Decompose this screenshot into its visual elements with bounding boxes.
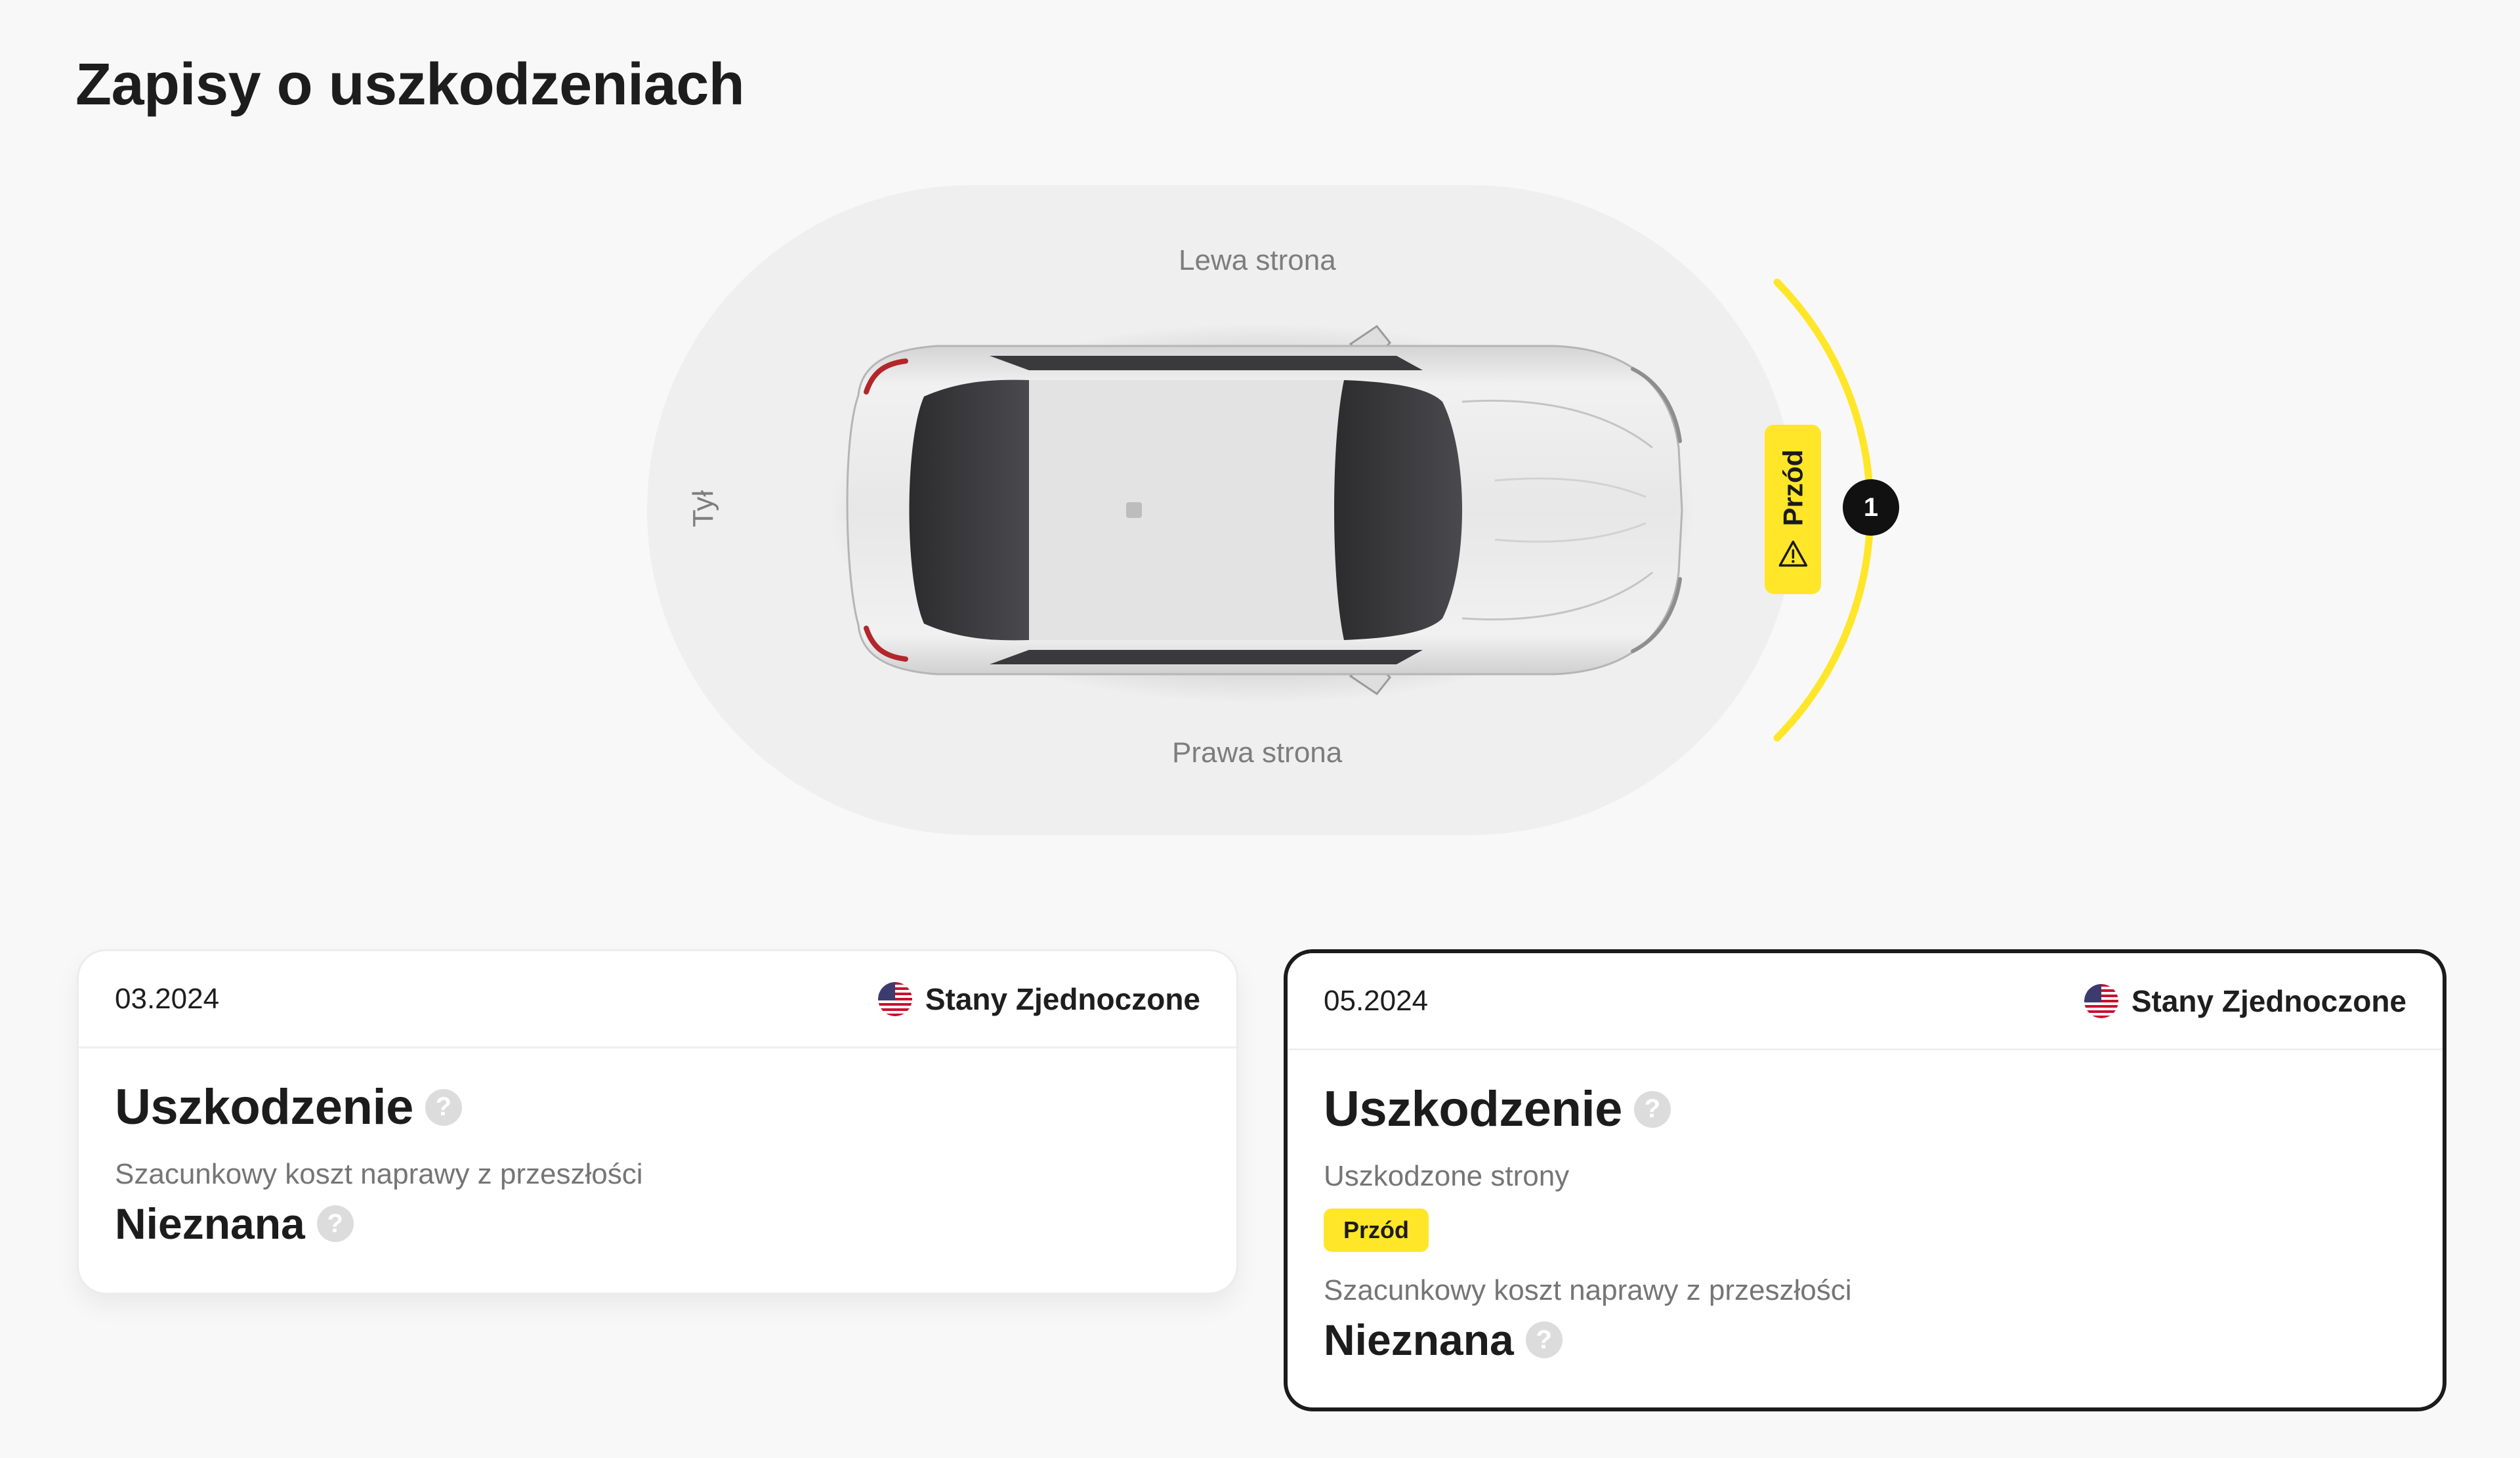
front-damage-tag[interactable]: Przód [1765, 425, 1821, 594]
record-country: Stany Zjednoczone [877, 981, 1200, 1017]
country-name: Stany Zjednoczone [2131, 983, 2406, 1018]
label-left-side: Lewa strona [1179, 244, 1336, 276]
card-header: 03.2024 Stany Zjednoczone [79, 951, 1236, 1048]
help-icon[interactable]: ? [425, 1088, 462, 1126]
damage-count-badge[interactable]: 1 [1843, 479, 1899, 536]
page-title: Zapisy o uszkodzeniach [75, 52, 745, 118]
country-name: Stany Zjednoczone [925, 981, 1200, 1016]
record-date: 05.2024 [1324, 984, 1429, 1017]
record-country: Stany Zjednoczone [2084, 983, 2406, 1019]
damage-record-card[interactable]: 03.2024 Stany Zjednoczone Uszkodzenie ? … [77, 949, 1238, 1295]
damage-title: Uszkodzenie [115, 1079, 413, 1135]
damaged-sides-label: Uszkodzone strony [1324, 1160, 1570, 1192]
repair-cost-value: Nieznana [1324, 1316, 1514, 1364]
label-rear-side: Tył [687, 490, 720, 528]
warning-icon [1778, 540, 1807, 567]
damaged-side-badge: Przód [1324, 1209, 1429, 1252]
damage-title: Uszkodzenie [1324, 1081, 1622, 1137]
repair-cost-label: Szacunkowy koszt naprawy z przeszłości [115, 1158, 643, 1190]
us-flag-icon [2084, 983, 2118, 1018]
repair-cost-label: Szacunkowy koszt naprawy z przeszłości [1324, 1274, 1852, 1306]
label-right-side: Prawa strona [1172, 737, 1343, 769]
damage-diagram: Lewa strona Prawa strona Tył Przód 1 [647, 185, 1899, 835]
record-date: 03.2024 [115, 982, 220, 1015]
front-tag-label: Przód [1777, 449, 1809, 526]
card-header: 05.2024 Stany Zjednoczone [1288, 953, 2443, 1050]
help-icon[interactable]: ? [316, 1205, 354, 1242]
help-icon[interactable]: ? [1633, 1090, 1671, 1128]
damage-record-card-selected[interactable]: 05.2024 Stany Zjednoczone Uszkodzenie ? … [1284, 949, 2446, 1411]
car-top-view [832, 323, 1692, 704]
help-icon[interactable]: ? [1525, 1321, 1563, 1358]
repair-cost-value: Nieznana [115, 1199, 305, 1248]
us-flag-icon [877, 981, 912, 1016]
